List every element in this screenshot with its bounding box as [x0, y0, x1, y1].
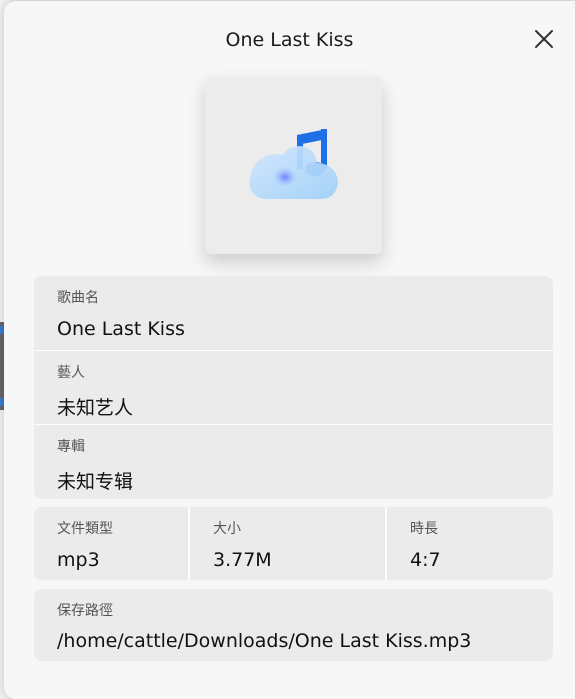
file-type-cell: 文件類型 mp3 — [34, 507, 188, 580]
file-meta-group: 文件類型 mp3 大小 3.77M 時長 4:7 — [34, 507, 553, 580]
album-row: 專輯 未知专辑 — [34, 424, 553, 498]
file-type-value: mp3 — [57, 549, 100, 571]
song-name-label: 歌曲名 — [57, 290, 99, 306]
close-icon — [535, 30, 553, 48]
save-path-group: 保存路徑 /home/cattle/Downloads/One Last Kis… — [34, 589, 553, 661]
duration-cell: 時長 4:7 — [385, 507, 553, 580]
song-name-row: 歌曲名 One Last Kiss — [34, 276, 553, 350]
album-value: 未知专辑 — [57, 471, 134, 493]
music-cloud-icon — [249, 129, 338, 199]
artist-label: 藝人 — [57, 365, 85, 381]
file-size-cell: 大小 3.77M — [188, 507, 385, 580]
file-type-label: 文件類型 — [57, 521, 113, 537]
duration-value: 4:7 — [410, 549, 441, 571]
close-button[interactable] — [530, 25, 558, 53]
save-path-value: /home/cattle/Downloads/One Last Kiss.mp3 — [57, 630, 472, 652]
basic-info-group: 歌曲名 One Last Kiss 藝人 未知艺人 專輯 未知专辑 — [34, 276, 553, 499]
album-cover — [205, 77, 382, 254]
file-size-value: 3.77M — [213, 549, 272, 571]
album-label: 專輯 — [57, 439, 85, 455]
song-info-dialog: One Last Kiss 歌曲名 One Last Kiss 藝人 未知艺人 … — [4, 1, 575, 699]
save-path-label: 保存路徑 — [57, 603, 113, 619]
artist-row: 藝人 未知艺人 — [34, 350, 553, 424]
artist-value: 未知艺人 — [57, 397, 134, 419]
duration-label: 時長 — [410, 521, 438, 537]
dialog-title: One Last Kiss — [225, 29, 354, 51]
file-size-label: 大小 — [213, 521, 241, 537]
song-name-value: One Last Kiss — [57, 318, 185, 340]
